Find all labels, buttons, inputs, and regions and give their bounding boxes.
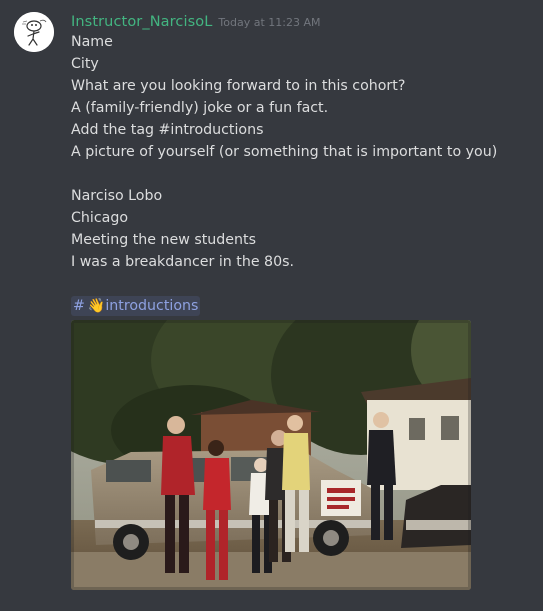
message-line: Add the tag #introductions [71,122,264,138]
image-attachment[interactable] [71,320,471,590]
message-line: City [71,56,99,72]
message-line: A (family-friendly) joke or a fun fact. [71,100,329,116]
channel-mention-introductions[interactable]: # 👋introductions [71,296,201,316]
chat-message: Instructor_NarcisoL Today at 11:23 AM Nam… [0,0,543,611]
waving-hand-icon: 👋 [87,298,106,314]
message-line: Chicago [71,210,129,226]
channel-mention-row: # 👋introductions [71,294,201,316]
message-line: Narciso Lobo [71,188,163,204]
message-line: I was a breakdancer in the 80s. [71,254,295,270]
message-header: Instructor_NarcisoL Today at 11:23 AM [71,11,320,31]
message-line: A picture of yourself (or something that… [71,144,498,160]
message-line: Meeting the new students [71,232,256,248]
channel-name: introductions [105,298,199,314]
message-timestamp[interactable]: Today at 11:23 AM [218,16,320,29]
message-line: Name [71,34,113,50]
channel-hash-icon: # [73,298,85,314]
message-content: Name City What are you looking forward t… [71,31,531,273]
photo-image [71,320,471,590]
user-avatar[interactable] [14,12,54,52]
avatar-sketch-icon [14,12,54,52]
message-line: What are you looking forward to in this … [71,78,406,94]
username[interactable]: Instructor_NarcisoL [71,14,212,30]
